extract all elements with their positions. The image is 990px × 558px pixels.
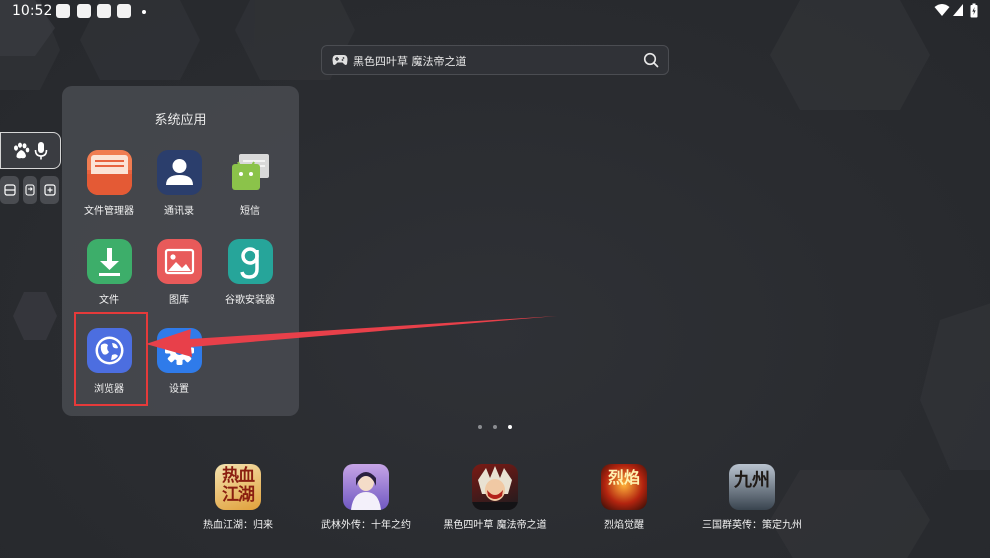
dock-app-lieyan[interactable]: 烈焰 烈焰觉醒 xyxy=(564,464,684,531)
app-label: 图库 xyxy=(169,295,189,306)
file-manager-icon xyxy=(86,150,132,195)
messages-icon xyxy=(228,150,273,195)
status-time: 10:52 xyxy=(12,3,53,19)
download-icon xyxy=(86,239,132,284)
dock-app-wulin[interactable]: 武林外传：十年之约 xyxy=(306,464,426,531)
app-label: 谷歌安装器 xyxy=(225,295,275,306)
minus-box-button[interactable] xyxy=(0,176,19,204)
add-box-button[interactable] xyxy=(40,176,59,204)
app-label: 短信 xyxy=(240,206,260,217)
search-bar[interactable]: 黑色四叶草 魔法帝之道 xyxy=(321,45,669,75)
swap-icon xyxy=(25,184,35,196)
contacts-icon xyxy=(156,150,202,195)
status-bar: 10:52 xyxy=(0,0,990,24)
app-settings[interactable]: 设置 xyxy=(144,328,214,395)
app-label: 通讯录 xyxy=(164,206,194,217)
gamepad-icon xyxy=(332,55,348,65)
search-icon[interactable] xyxy=(643,52,659,68)
dock-app-label: 烈焰觉醒 xyxy=(604,520,644,531)
game-wulin-icon xyxy=(343,464,389,510)
square-icon xyxy=(117,4,131,18)
app-label: 设置 xyxy=(169,384,189,395)
square-icon xyxy=(56,4,70,18)
battery-icon xyxy=(970,3,978,18)
annotation-highlight-box xyxy=(74,312,148,406)
app-label: 文件管理器 xyxy=(84,206,134,217)
dock-app-label: 武林外传：十年之约 xyxy=(321,520,411,531)
search-input-text[interactable]: 黑色四叶草 魔法帝之道 xyxy=(353,53,467,69)
folder-title: 系统应用 xyxy=(154,113,207,128)
page-dot[interactable] xyxy=(493,425,497,429)
cellular-signal-icon xyxy=(953,4,963,16)
dock-app-label: 热血江湖：归来 xyxy=(203,520,273,531)
app-google-installer[interactable]: 谷歌安装器 xyxy=(215,239,285,306)
wifi-icon xyxy=(934,4,950,16)
square-icon xyxy=(77,4,91,18)
app-messages[interactable]: 短信 xyxy=(215,150,285,217)
microphone-icon xyxy=(34,142,48,160)
square-icon xyxy=(97,4,111,18)
game-rexue-icon: 热血江湖 xyxy=(215,464,261,510)
dock-app-sanguo[interactable]: 九州 三国群英传：策定九州 xyxy=(692,464,812,531)
app-files[interactable]: 文件 xyxy=(74,239,144,306)
gallery-icon xyxy=(156,239,202,284)
settings-gear-icon xyxy=(156,328,202,373)
page-dot[interactable] xyxy=(478,425,482,429)
voice-search-widget[interactable] xyxy=(0,132,61,169)
dock-app-label: 黑色四叶草 魔法帝之道 xyxy=(443,520,547,531)
add-box-icon xyxy=(43,184,56,196)
swap-button[interactable] xyxy=(23,176,37,204)
dock-app-label: 三国群英传：策定九州 xyxy=(702,520,802,531)
baidu-paw-icon xyxy=(14,142,30,159)
app-file-manager[interactable]: 文件管理器 xyxy=(74,150,144,217)
dock-app-rexue[interactable]: 热血江湖 热血江湖：归来 xyxy=(178,464,298,531)
page-dot-active[interactable] xyxy=(508,425,512,429)
app-label: 文件 xyxy=(99,295,119,306)
app-contacts[interactable]: 通讯录 xyxy=(144,150,214,217)
game-lieyan-icon: 烈焰 xyxy=(601,464,647,510)
dock-app-black-clover[interactable]: 黑色四叶草 魔法帝之道 xyxy=(435,464,555,531)
dot-icon xyxy=(142,10,146,14)
minus-box-icon xyxy=(3,184,16,196)
app-gallery[interactable]: 图库 xyxy=(144,239,214,306)
game-sanguo-icon: 九州 xyxy=(729,464,775,510)
game-black-clover-icon xyxy=(472,464,518,510)
google-installer-icon xyxy=(227,239,273,284)
